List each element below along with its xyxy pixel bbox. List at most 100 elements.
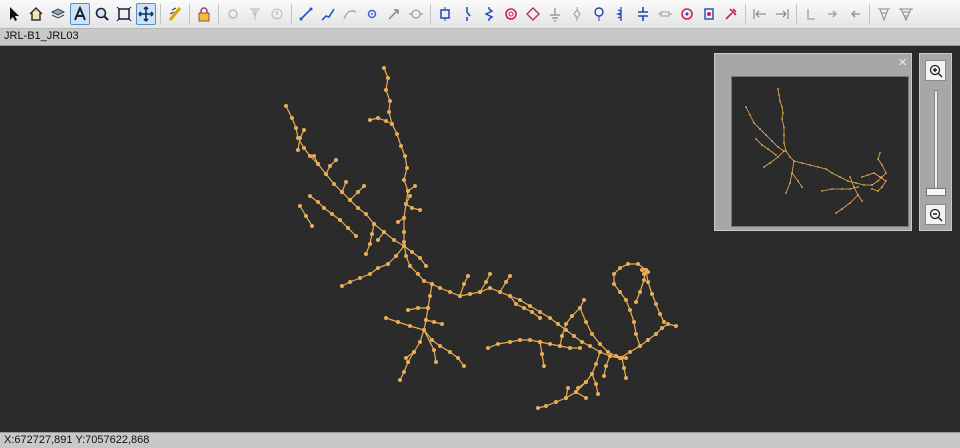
network-node[interactable] bbox=[769, 162, 771, 164]
zoom-slider-track[interactable] bbox=[934, 90, 938, 196]
network-node[interactable] bbox=[771, 140, 773, 142]
network-node[interactable] bbox=[594, 362, 598, 366]
network-node[interactable] bbox=[328, 164, 332, 168]
network-node[interactable] bbox=[879, 152, 881, 154]
regulator-icon[interactable] bbox=[523, 3, 543, 25]
network-node[interactable] bbox=[538, 316, 542, 320]
network-node[interactable] bbox=[316, 162, 320, 166]
network-node[interactable] bbox=[881, 186, 883, 188]
network-node[interactable] bbox=[518, 338, 522, 342]
zoom-in-button[interactable] bbox=[925, 60, 946, 81]
polyline-icon[interactable] bbox=[318, 3, 338, 25]
network-node[interactable] bbox=[410, 250, 414, 254]
network-node[interactable] bbox=[410, 206, 414, 210]
meter-icon[interactable] bbox=[589, 3, 609, 25]
network-node[interactable] bbox=[793, 160, 795, 162]
network-node[interactable] bbox=[642, 272, 646, 276]
network-node[interactable] bbox=[428, 294, 432, 298]
network-node[interactable] bbox=[841, 208, 843, 210]
network-node[interactable] bbox=[602, 374, 606, 378]
network-node[interactable] bbox=[434, 360, 438, 364]
network-node[interactable] bbox=[847, 180, 849, 182]
network-node[interactable] bbox=[590, 372, 594, 376]
network-node[interactable] bbox=[849, 188, 851, 190]
network-node[interactable] bbox=[564, 396, 568, 400]
network-node[interactable] bbox=[618, 266, 622, 270]
network-node[interactable] bbox=[430, 338, 434, 342]
network-node[interactable] bbox=[881, 164, 883, 166]
network-node[interactable] bbox=[302, 128, 306, 132]
network-node[interactable] bbox=[402, 178, 406, 182]
reactor-icon[interactable] bbox=[655, 3, 675, 25]
device-icon[interactable] bbox=[406, 3, 426, 25]
network-node[interactable] bbox=[801, 186, 803, 188]
network-node[interactable] bbox=[885, 172, 887, 174]
network-node[interactable] bbox=[831, 188, 833, 190]
network-node[interactable] bbox=[654, 332, 658, 336]
measure-icon[interactable] bbox=[165, 3, 185, 25]
network-node[interactable] bbox=[406, 360, 410, 364]
network-node[interactable] bbox=[390, 122, 394, 126]
network-node[interactable] bbox=[332, 182, 336, 186]
network-node[interactable] bbox=[873, 172, 875, 174]
network-node[interactable] bbox=[364, 212, 368, 216]
redo-icon[interactable] bbox=[823, 3, 843, 25]
info-icon[interactable] bbox=[267, 3, 287, 25]
network-node[interactable] bbox=[324, 172, 328, 176]
network-node[interactable] bbox=[362, 184, 366, 188]
network-node[interactable] bbox=[316, 200, 320, 204]
network-node[interactable] bbox=[560, 334, 564, 338]
network-node[interactable] bbox=[294, 126, 298, 130]
network-node[interactable] bbox=[614, 354, 618, 358]
network-node[interactable] bbox=[604, 364, 608, 368]
network-node[interactable] bbox=[849, 202, 851, 204]
network-node[interactable] bbox=[584, 396, 588, 400]
network-node[interactable] bbox=[782, 112, 784, 114]
network-node[interactable] bbox=[879, 176, 881, 178]
network-node[interactable] bbox=[399, 144, 403, 148]
network-node[interactable] bbox=[628, 308, 632, 312]
network-node[interactable] bbox=[640, 268, 644, 272]
network-node[interactable] bbox=[486, 346, 490, 350]
network-node[interactable] bbox=[384, 316, 388, 320]
network-node[interactable] bbox=[404, 202, 408, 206]
network-node[interactable] bbox=[508, 340, 512, 344]
network-node[interactable] bbox=[632, 320, 636, 324]
network-node[interactable] bbox=[340, 190, 344, 194]
network-node[interactable] bbox=[376, 116, 380, 120]
network-node[interactable] bbox=[284, 104, 288, 108]
network-node[interactable] bbox=[642, 278, 646, 282]
network-node[interactable] bbox=[554, 400, 558, 404]
network-node[interactable] bbox=[418, 340, 422, 344]
network-node[interactable] bbox=[871, 184, 873, 186]
point-icon[interactable] bbox=[362, 3, 382, 25]
line-tool-icon[interactable] bbox=[296, 3, 316, 25]
select-arrow-icon[interactable] bbox=[4, 3, 24, 25]
network-node[interactable] bbox=[382, 230, 386, 234]
network-node[interactable] bbox=[488, 286, 492, 290]
align-right-icon[interactable] bbox=[772, 3, 792, 25]
resistor-icon[interactable] bbox=[479, 3, 499, 25]
network-node[interactable] bbox=[498, 290, 502, 294]
network-node[interactable] bbox=[636, 262, 640, 266]
network-node[interactable] bbox=[308, 154, 312, 158]
network-node[interactable] bbox=[622, 366, 626, 370]
network-node[interactable] bbox=[835, 212, 837, 214]
network-node[interactable] bbox=[296, 148, 300, 152]
network-node[interactable] bbox=[624, 376, 628, 380]
network-node[interactable] bbox=[881, 176, 883, 178]
network-node[interactable] bbox=[402, 240, 406, 244]
network-node[interactable] bbox=[548, 316, 552, 320]
network-node[interactable] bbox=[791, 172, 793, 174]
undo-icon[interactable] bbox=[801, 3, 821, 25]
network-node[interactable] bbox=[396, 220, 400, 224]
network-node[interactable] bbox=[662, 320, 666, 324]
network-node[interactable] bbox=[783, 134, 785, 136]
network-node[interactable] bbox=[448, 350, 452, 354]
network-node[interactable] bbox=[405, 166, 409, 170]
network-node[interactable] bbox=[413, 184, 417, 188]
network-node[interactable] bbox=[564, 322, 568, 326]
network-node[interactable] bbox=[584, 320, 588, 324]
network-node[interactable] bbox=[402, 244, 406, 248]
network-node[interactable] bbox=[809, 164, 811, 166]
